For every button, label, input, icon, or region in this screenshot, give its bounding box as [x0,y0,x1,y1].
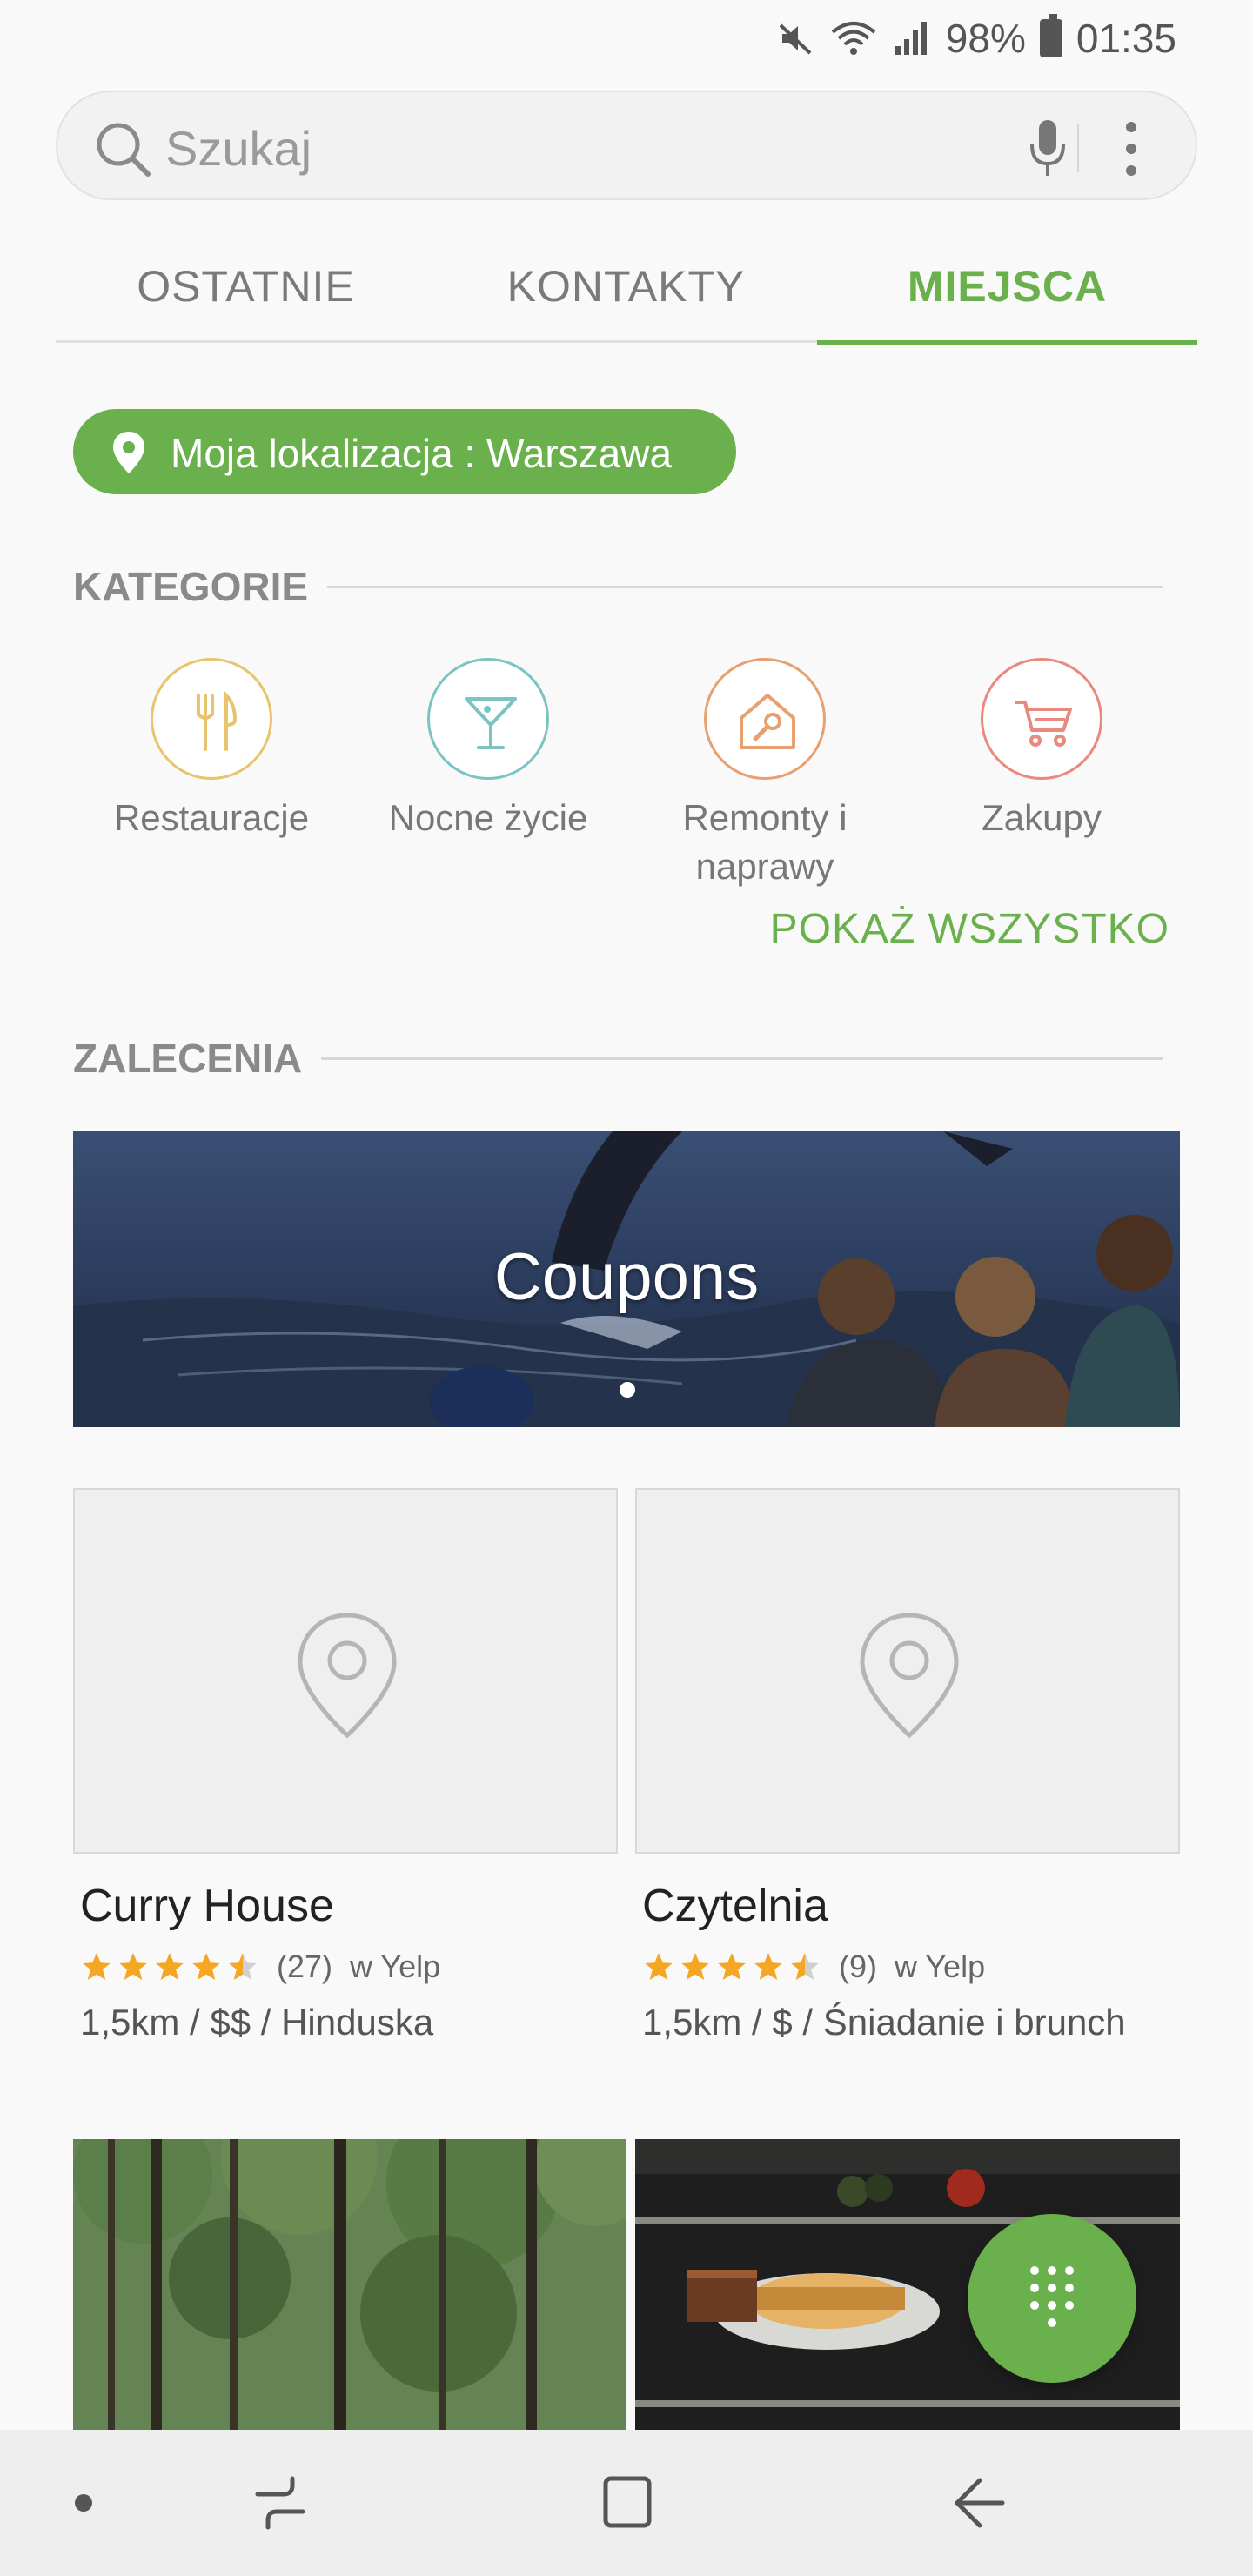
star-half-icon [791,1953,819,1981]
tab-places[interactable]: MIEJSCA [817,230,1197,345]
fork-knife-icon [197,691,238,751]
place-pin-icon [298,1613,397,1739]
clock: 01:35 [1075,16,1176,61]
category-label: Zakupy [982,797,1102,838]
cocktail-icon [465,697,517,749]
place-card-curry-house[interactable]: Curry House (27) w Yelp 1,5km / $$ / Hin… [73,1488,618,2043]
navigation-bar [0,2430,1253,2576]
place-image-placeholder [635,1488,1180,1854]
more-vert-icon[interactable] [1124,120,1138,178]
tab-recent[interactable]: OSTATNIE [56,230,436,343]
recommendations-header: ZALECENIA [73,1032,1163,1084]
star-icon [754,1953,782,1981]
place-name: Czytelnia [642,1881,828,1931]
tab-bar: OSTATNIE KONTAKTY MIEJSCA [56,230,1197,345]
star-icon [718,1953,746,1981]
place-name: Curry House [80,1881,334,1931]
star-rating [80,1950,259,1983]
search-input[interactable] [165,113,1001,183]
place-photo-forest[interactable] [73,2139,626,2430]
star-icon [192,1953,220,1981]
nav-dot-button[interactable] [66,2430,101,2576]
search-bar[interactable] [56,91,1197,200]
wifi-icon [831,22,876,55]
mute-icon [779,23,812,55]
categories-list: Restauracje Nocne życie Remonty i napraw… [73,658,1180,887]
search-divider [1077,124,1079,172]
review-source: w Yelp [895,1949,986,1984]
category-icon-circle [704,658,826,780]
review-count: (9) [839,1949,877,1984]
back-icon [955,2478,1005,2528]
cart-icon [1015,701,1072,747]
location-label: Moja lokalizacja : Warszawa [171,431,673,476]
place-meta: 1,5km / $ / Śniadanie i brunch [642,2002,1126,2043]
recommendations-title: ZALECENIA [73,1036,303,1081]
place-meta: 1,5km / $$ / Hinduska [80,2002,434,2043]
home-button[interactable] [599,2430,654,2576]
category-icon-circle [427,658,549,780]
recent-apps-icon [255,2476,305,2530]
location-pin-icon [113,432,144,473]
house-wrench-icon [740,694,795,749]
nav-dot-icon [75,2494,92,2512]
dialpad-icon [1030,2266,1074,2327]
star-rating [642,1950,821,1983]
signal-icon [895,22,927,55]
category-restaurants[interactable]: Restauracje [73,658,350,842]
star-icon [681,1953,709,1981]
category-shopping[interactable]: Zakupy [903,658,1180,842]
recent-apps-button[interactable] [249,2430,312,2576]
rating-row: (9) w Yelp [642,1948,1180,1986]
divider [321,1057,1163,1060]
category-icon-circle [981,658,1102,780]
carousel-indicator [620,1382,635,1398]
place-pin-icon [860,1613,959,1739]
category-icon-circle [151,658,272,780]
rating-row: (27) w Yelp [80,1948,618,1986]
place-image-placeholder [73,1488,618,1854]
divider [327,585,1163,588]
review-count: (27) [277,1949,333,1984]
mic-icon[interactable] [1023,118,1072,179]
battery-icon [1039,14,1062,57]
star-half-icon [229,1953,257,1981]
dialpad-button[interactable] [968,2214,1136,2383]
back-button[interactable] [948,2430,1009,2576]
battery-percent: 98% [945,16,1026,61]
search-icon[interactable] [92,118,155,181]
place-card-czytelnia[interactable]: Czytelnia (9) w Yelp 1,5km / $ / Śniadan… [635,1488,1180,2043]
category-label: Remonty i naprawy [682,797,848,887]
categories-title: KATEGORIE [73,564,309,609]
categories-header: KATEGORIE [73,560,1163,613]
review-source: w Yelp [350,1949,441,1984]
status-bar: 98% 01:35 [0,0,1253,77]
show-all-button[interactable]: POKAŻ WSZYSTKO [770,905,1169,953]
star-icon [645,1953,673,1981]
category-nightlife[interactable]: Nocne życie [350,658,626,842]
location-chip[interactable]: Moja lokalizacja : Warszawa [73,409,736,494]
category-label: Restauracje [113,797,310,838]
category-repairs[interactable]: Remonty i naprawy [626,658,903,891]
home-icon [603,2476,652,2528]
star-icon [156,1953,184,1981]
category-label: Nocne życie [388,797,588,838]
forest-image [73,2139,626,2430]
banner-title: Coupons [493,1240,760,1314]
star-icon [83,1953,111,1981]
star-icon [119,1953,147,1981]
tab-contacts[interactable]: KONTAKTY [436,230,816,343]
status-icons: 98% 01:35 [775,12,1176,64]
